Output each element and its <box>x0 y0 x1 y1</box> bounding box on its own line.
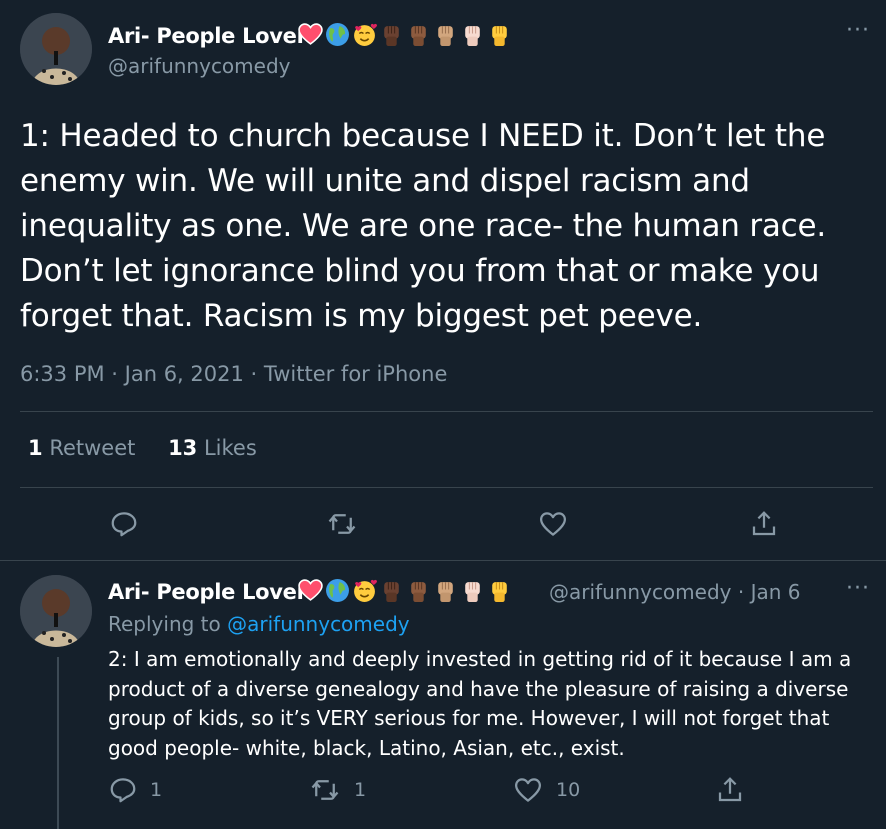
raised-fist-dark-skin-emoji <box>384 26 399 46</box>
raised-fist-medium-dark-skin-emoji <box>411 582 426 602</box>
reply-retweet-button[interactable] <box>308 773 342 807</box>
share-icon <box>718 777 742 802</box>
reply-like-count: 10 <box>556 779 581 801</box>
tweet-meta[interactable]: 6:33 PM · Jan 6, 2021 · Twitter for iPho… <box>20 362 447 386</box>
reply-handle-date[interactable]: @arifunnycomedy · Jan 6 <box>549 580 800 604</box>
reply-like-button[interactable] <box>511 773 545 807</box>
raised-fist-medium-dark-skin-emoji <box>411 26 426 46</box>
raised-fist-light-skin-emoji <box>465 582 480 602</box>
tweet-stats: 1 Retweet 13 Likes <box>28 436 283 460</box>
reply-icon <box>110 778 136 803</box>
smiling-face-with-hearts-emoji <box>354 579 377 602</box>
divider <box>20 487 873 488</box>
reply-name-emojis <box>298 578 512 603</box>
heart-emoji <box>298 579 323 601</box>
reply-share-button[interactable] <box>713 773 747 807</box>
more-options-icon[interactable]: ··· <box>846 20 870 42</box>
reply-reply-button[interactable] <box>106 773 140 807</box>
retweet-icon <box>328 514 356 534</box>
like-count: 13 <box>168 436 198 460</box>
globe-emoji <box>326 23 349 46</box>
thread-connector-line <box>57 657 59 829</box>
share-button[interactable] <box>747 507 781 541</box>
tweet-text: 1: Headed to church because I NEED it. D… <box>20 118 827 334</box>
author-handle[interactable]: @arifunnycomedy <box>108 54 291 78</box>
retweet-stat[interactable]: 1 Retweet <box>28 436 135 460</box>
raised-fist-medium-skin-emoji <box>438 582 453 602</box>
author-avatar[interactable] <box>20 13 92 85</box>
share-icon <box>752 511 776 536</box>
retweet-count: 1 <box>28 436 43 460</box>
raised-fist-yellow-emoji <box>492 26 507 46</box>
raised-fist-dark-skin-emoji <box>384 582 399 602</box>
divider <box>0 560 886 561</box>
author-name[interactable]: Ari- People Lover <box>108 24 307 48</box>
raised-fist-medium-skin-emoji <box>438 26 453 46</box>
retweet-icon <box>311 780 339 800</box>
globe-emoji <box>326 579 349 602</box>
reply-author-avatar[interactable] <box>20 575 92 647</box>
like-icon <box>540 512 566 536</box>
raised-fist-yellow-emoji <box>492 582 507 602</box>
replying-prefix: Replying to <box>108 612 221 636</box>
reply-author-name[interactable]: Ari- People Lover <box>108 580 307 604</box>
name-emojis <box>298 22 512 47</box>
reply-tweet-text: 2: I am emotionally and deeply invested … <box>108 647 852 760</box>
reply-more-options-icon[interactable]: ··· <box>846 578 870 600</box>
divider <box>20 411 873 412</box>
smiling-face-with-hearts-emoji <box>354 23 377 46</box>
retweet-label: Retweet <box>49 436 136 460</box>
heart-emoji <box>298 23 323 45</box>
like-stat[interactable]: 13 Likes <box>168 436 257 460</box>
like-label: Likes <box>203 436 257 460</box>
replying-to: Replying to @arifunnycomedy <box>108 612 410 636</box>
reply-retweet-count: 1 <box>354 779 367 801</box>
raised-fist-light-skin-emoji <box>465 26 480 46</box>
like-icon <box>515 778 541 802</box>
like-button[interactable] <box>536 507 570 541</box>
reply-count: 1 <box>150 779 163 801</box>
replying-to-link[interactable]: @arifunnycomedy <box>227 612 410 636</box>
reply-button[interactable] <box>107 507 141 541</box>
retweet-button[interactable] <box>325 507 359 541</box>
reply-icon <box>111 512 137 537</box>
